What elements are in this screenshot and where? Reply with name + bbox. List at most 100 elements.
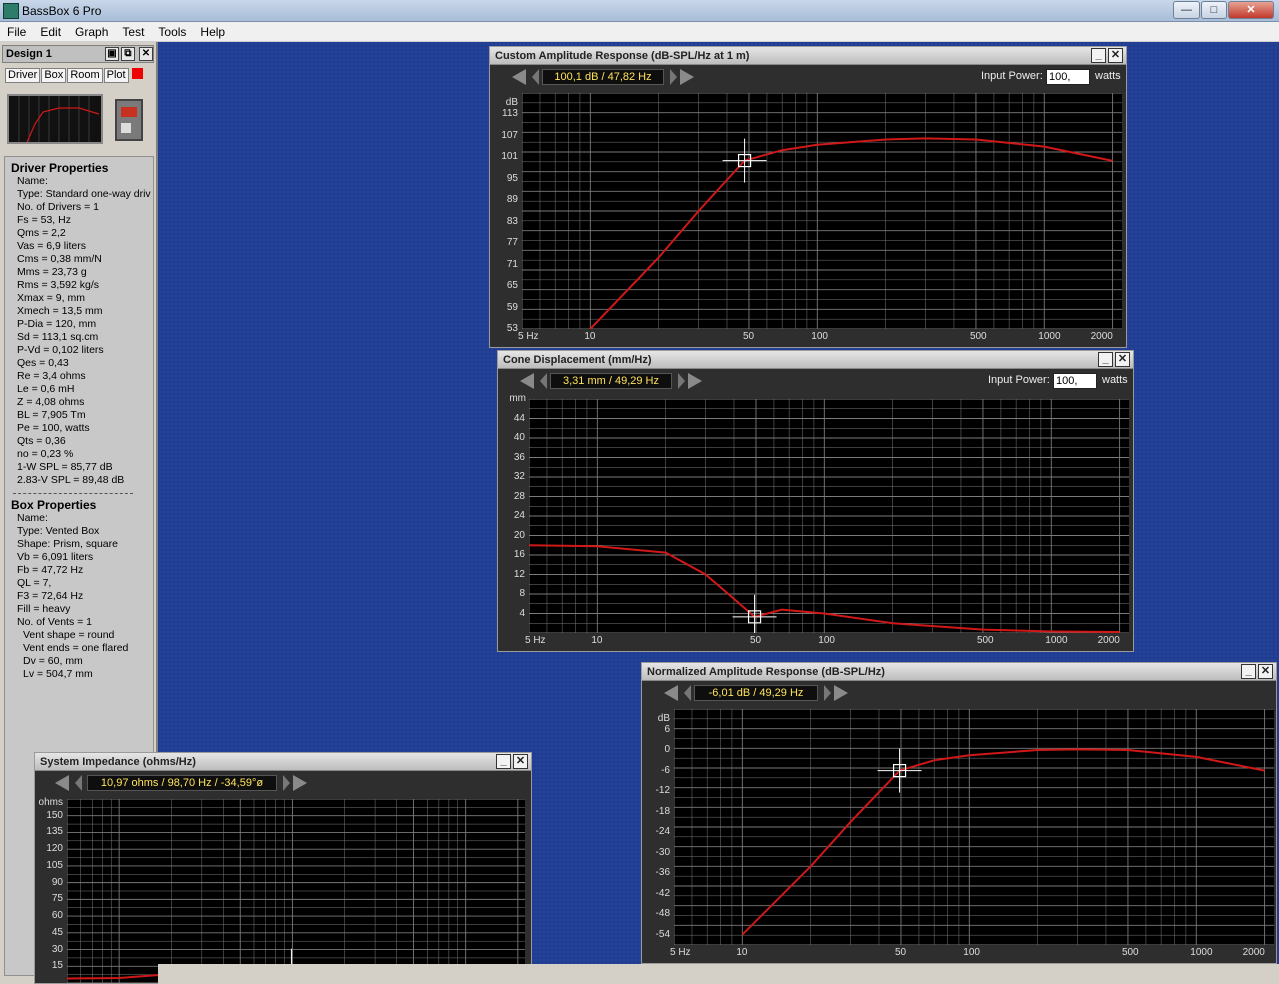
impedance-prev-icon[interactable] — [75, 775, 82, 791]
driver-property: Qts = 0,36 — [17, 435, 66, 447]
system-impedance-title: System Impedance (ohms/Hz) — [40, 756, 196, 768]
custom-input-power-field[interactable]: 100, — [1046, 69, 1090, 85]
tab-room[interactable]: Room — [67, 68, 103, 83]
tab-driver[interactable]: Driver — [5, 68, 41, 83]
cone-next-icon[interactable] — [678, 373, 685, 389]
custom-prev-icon[interactable] — [532, 69, 539, 85]
custom-y-tick-label: 113 — [502, 108, 518, 120]
driver-property: Vas = 6,9 liters — [17, 240, 86, 252]
impedance-next-big-icon[interactable] — [293, 775, 307, 791]
tab-plot[interactable]: Plot — [103, 68, 129, 83]
cone-input-power-label: Input Power: — [988, 374, 1050, 386]
copy-icon[interactable]: ⧉ — [121, 47, 135, 61]
cone-y-tick-label: 32 — [513, 471, 525, 482]
menu-tools[interactable]: Tools — [151, 22, 193, 39]
impedance-y-tick-label: 60 — [51, 910, 63, 922]
driver-property: Rms = 3,592 kg/s — [17, 279, 99, 291]
save-icon[interactable]: ▣ — [105, 47, 119, 61]
impedance-minimize-icon[interactable]: _ — [496, 754, 511, 769]
custom-toolbar: 100,1 dB / 47,82 Hz Input Power: 100, wa… — [490, 66, 1126, 88]
normalized-amplitude-titlebar[interactable]: Normalized Amplitude Response (dB-SPL/Hz… — [642, 663, 1276, 681]
cone-y-tick-label: 8 — [519, 588, 525, 599]
normalized-next-icon[interactable] — [824, 685, 831, 701]
vent-property: Lv = 504,7 mm — [23, 668, 93, 680]
menu-test[interactable]: Test — [115, 22, 151, 39]
normalized-x-tick-label: 100 — [963, 947, 980, 958]
impedance-y-tick-label: 75 — [51, 893, 63, 905]
impedance-y-tick-label: 105 — [46, 859, 63, 871]
custom-amplitude-title: Custom Amplitude Response (dB-SPL/Hz at … — [495, 50, 750, 62]
cone-displacement-titlebar[interactable]: Cone Displacement (mm/Hz) _ ✕ — [498, 351, 1133, 369]
cone-minimize-icon[interactable]: _ — [1098, 352, 1113, 367]
normalized-y-tick-label: -18 — [655, 805, 670, 817]
box-property: Fill = heavy — [17, 603, 71, 615]
custom-x-tick-label: 2000 — [1090, 331, 1113, 342]
impedance-y-tick-label: 90 — [51, 876, 63, 888]
thumbnail-curve — [18, 96, 100, 143]
box-properties: Name: Type: Vented Box Shape: Prism, squar… — [5, 512, 153, 629]
app-titlebar: BassBox 6 Pro — □ ✕ — [0, 0, 1279, 22]
driver-properties: Name: Type: Standard one-way driv No. of D… — [5, 175, 153, 487]
normalized-amplitude-window: Normalized Amplitude Response (dB-SPL/Hz… — [641, 662, 1277, 964]
close-button[interactable]: ✕ — [1228, 1, 1274, 19]
cone-y-tick-label: 16 — [513, 549, 525, 560]
custom-cursor-icon[interactable] — [722, 138, 767, 183]
custom-plot[interactable] — [522, 93, 1122, 329]
impedance-close-icon[interactable]: ✕ — [513, 754, 528, 769]
menu-file[interactable]: File — [0, 22, 33, 39]
cone-x-tick-label: 2000 — [1097, 635, 1120, 646]
custom-next-big-icon[interactable] — [680, 69, 694, 85]
cone-displacement-title: Cone Displacement (mm/Hz) — [503, 354, 652, 366]
normalized-plot[interactable] — [674, 709, 1274, 945]
normalized-y-tick-label: -54 — [655, 928, 670, 940]
custom-y-tick-label: 77 — [506, 237, 518, 249]
menu-graph[interactable]: Graph — [68, 22, 115, 39]
normalized-x-tick-label: 1000 — [1190, 947, 1213, 958]
normalized-y-tick-label: -24 — [655, 826, 670, 838]
cone-prev-icon[interactable] — [540, 373, 547, 389]
cone-x-tick-label: 5 Hz — [525, 635, 546, 646]
cone-close-icon[interactable]: ✕ — [1115, 352, 1130, 367]
system-impedance-titlebar[interactable]: System Impedance (ohms/Hz) _ ✕ — [35, 753, 531, 771]
cone-displacement-window: Cone Displacement (mm/Hz) _ ✕ 3,31 mm / … — [497, 350, 1134, 652]
vent-property: Vent shape = round — [23, 629, 115, 641]
normalized-chart-svg — [674, 709, 1274, 945]
cone-prev-big-icon[interactable] — [520, 373, 534, 389]
custom-amplitude-titlebar[interactable]: Custom Amplitude Response (dB-SPL/Hz at … — [490, 47, 1126, 65]
normalized-x-tick-label: 5 Hz — [670, 947, 691, 958]
custom-minimize-icon[interactable]: _ — [1091, 48, 1106, 63]
panel-close-icon[interactable]: ✕ — [139, 47, 153, 61]
cone-next-big-icon[interactable] — [688, 373, 702, 389]
box-properties-heading: Box Properties — [11, 498, 97, 512]
normalized-next-big-icon[interactable] — [834, 685, 848, 701]
impedance-plot[interactable] — [67, 799, 525, 983]
response-thumbnail[interactable] — [7, 94, 103, 144]
menu-help[interactable]: Help — [193, 22, 232, 39]
box-shape-icon[interactable] — [115, 99, 143, 141]
normalized-close-icon[interactable]: ✕ — [1258, 664, 1273, 679]
impedance-chart-svg — [67, 799, 525, 983]
cone-plot[interactable] — [529, 399, 1129, 633]
menu-edit[interactable]: Edit — [33, 22, 68, 39]
normalized-minimize-icon[interactable]: _ — [1241, 664, 1256, 679]
normalized-prev-icon[interactable] — [684, 685, 691, 701]
driver-property: Xmech = 13,5 mm — [17, 305, 103, 317]
plot-color-icon[interactable] — [131, 68, 143, 79]
cone-input-power-unit: watts — [1102, 374, 1128, 386]
maximize-button[interactable]: □ — [1201, 1, 1227, 19]
custom-y-tick-label: 107 — [501, 129, 518, 141]
cone-input-power-field[interactable]: 100, — [1053, 373, 1097, 389]
impedance-prev-big-icon[interactable] — [55, 775, 69, 791]
normalized-prev-big-icon[interactable] — [664, 685, 678, 701]
custom-y-tick-label: 53 — [506, 323, 518, 334]
tab-box[interactable]: Box — [41, 68, 67, 83]
driver-property: Sd = 113,1 sq.cm — [17, 331, 99, 343]
custom-close-icon[interactable]: ✕ — [1108, 48, 1123, 63]
custom-prev-big-icon[interactable] — [512, 69, 526, 85]
custom-x-tick-label: 10 — [584, 331, 596, 342]
minimize-button[interactable]: — — [1173, 1, 1200, 19]
custom-x-tick-label: 50 — [742, 331, 755, 342]
impedance-y-tick-label: 135 — [46, 826, 63, 838]
custom-next-icon[interactable] — [670, 69, 677, 85]
impedance-next-icon[interactable] — [283, 775, 290, 791]
